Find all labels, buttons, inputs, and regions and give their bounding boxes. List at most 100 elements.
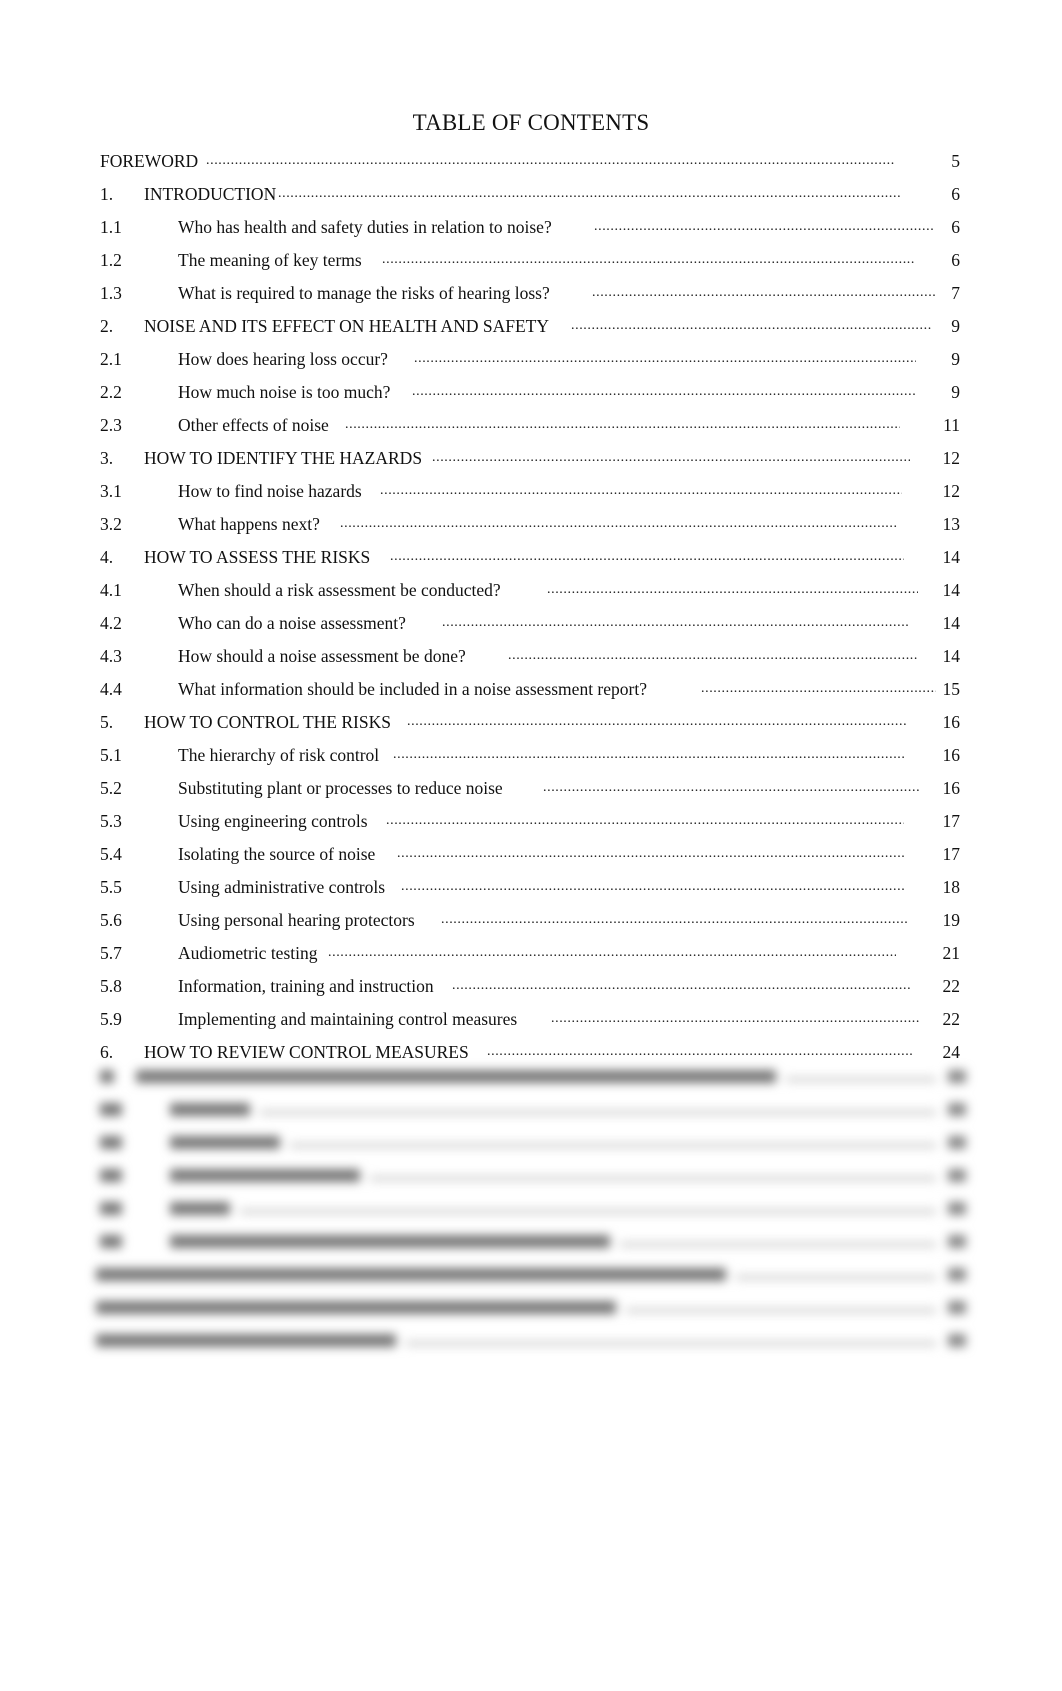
toc-entry[interactable]: FOREWORD................................… <box>100 151 960 184</box>
toc-entry-title[interactable]: HOW TO REVIEW CONTROL MEASURES <box>144 1042 469 1062</box>
blurred-entry-title <box>96 1268 726 1281</box>
toc-entry-title[interactable]: How much noise is too much? <box>178 382 390 402</box>
dot-leader: ........................................… <box>380 483 902 498</box>
toc-entry-title[interactable]: How does hearing loss occur? <box>178 349 388 369</box>
toc-entry[interactable]: 5.7 Audiometric testing..................… <box>100 943 960 976</box>
toc-entry-number: 2.2 <box>100 382 122 402</box>
toc-entry[interactable]: 5.4 Isolating the source of noise........… <box>100 844 960 877</box>
toc-entry-title[interactable]: Information, training and instruction <box>178 976 434 996</box>
toc-entry-title[interactable]: HOW TO IDENTIFY THE HAZARDS <box>144 448 422 468</box>
blurred-entry-number <box>100 1070 114 1083</box>
toc-entry[interactable]: 5.1 The hierarchy of risk control........… <box>100 745 960 778</box>
toc-entry[interactable]: 2.1 How does hearing loss occur?.........… <box>100 349 960 382</box>
toc-entry-number: 1.1 <box>100 217 122 237</box>
toc-entry-title[interactable]: Implementing and maintaining control mea… <box>178 1009 517 1029</box>
toc-entry-title[interactable]: What is required to manage the risks of … <box>178 283 550 303</box>
toc-entry-title[interactable]: The meaning of key terms <box>178 250 362 270</box>
toc-entry[interactable]: 5.6 Using personal hearing protectors....… <box>100 910 960 943</box>
toc-entry-number: 3.1 <box>100 481 122 501</box>
toc-entry[interactable]: 2. NOISE AND ITS EFFECT ON HEALTH AND SAF… <box>100 316 960 349</box>
toc-entry-title[interactable]: What happens next? <box>178 514 320 534</box>
toc-entry-page-number: 14 <box>942 547 961 567</box>
toc-entry[interactable]: 2.3 Other effects of noise...............… <box>100 415 960 448</box>
dot-leader: ........................................… <box>594 219 934 234</box>
dot-leader: ........................................… <box>407 714 908 729</box>
toc-entry-title[interactable]: HOW TO ASSESS THE RISKS <box>144 547 370 567</box>
toc-entry-title[interactable]: How to find noise hazards <box>178 481 362 501</box>
blurred-entry-page-number <box>948 1268 966 1281</box>
toc-entry[interactable]: 3.2 What happens next?...................… <box>100 514 960 547</box>
toc-entry[interactable]: 4.2 Who can do a noise assessment?.......… <box>100 613 960 646</box>
dot-leader: ........................................… <box>393 747 904 762</box>
dot-leader: ........................................… <box>571 318 932 333</box>
toc-entry[interactable]: 4.4 What information should be included i… <box>100 679 960 712</box>
blurred-entry-title <box>96 1301 616 1314</box>
toc-entry-page-number: 9 <box>951 316 960 336</box>
toc-entry-title[interactable]: What information should be included in a… <box>178 679 647 699</box>
dot-leader: ........................................… <box>382 252 914 267</box>
toc-entry-number: 3.2 <box>100 514 122 534</box>
toc-entry-number: 3. <box>100 448 114 468</box>
toc-entry[interactable]: 3. HOW TO IDENTIFY THE HAZARDS...........… <box>100 448 960 481</box>
toc-entry[interactable]: 5.9 Implementing and maintaining control … <box>100 1009 960 1042</box>
toc-entry[interactable]: 5.8 Information, training and instruction… <box>100 976 960 1009</box>
toc-entry[interactable]: 4. HOW TO ASSESS THE RISKS...............… <box>100 547 960 580</box>
blurred-entry-page-number <box>948 1334 966 1347</box>
toc-entry-title[interactable]: Who has health and safety duties in rela… <box>178 217 552 237</box>
toc-entry[interactable]: 5.2 Substituting plant or processes to re… <box>100 778 960 811</box>
toc-entry-title[interactable]: Audiometric testing <box>178 943 318 963</box>
toc-entry-page-number: 14 <box>942 646 961 666</box>
toc-entry[interactable]: 3.1 How to find noise hazards............… <box>100 481 960 514</box>
toc-entry[interactable]: 2.2 How much noise is too much?..........… <box>100 382 960 415</box>
toc-entry[interactable]: 4.1 When should a risk assessment be cond… <box>100 580 960 613</box>
dot-leader: ........................................… <box>401 879 904 894</box>
toc-entry-title[interactable]: Using engineering controls <box>178 811 368 831</box>
toc-entry-title[interactable]: Substituting plant or processes to reduc… <box>178 778 503 798</box>
toc-entry[interactable]: 4.3 How should a noise assessment be done… <box>100 646 960 679</box>
toc-entry-number: 4. <box>100 547 114 567</box>
blurred-entry-page-number <box>948 1103 966 1116</box>
toc-entry[interactable]: 5.5 Using administrative controls........… <box>100 877 960 910</box>
toc-entry-title[interactable]: The hierarchy of risk control <box>178 745 379 765</box>
toc-entry-number: 5.9 <box>100 1009 122 1029</box>
blurred-dot-leader <box>736 1275 936 1280</box>
toc-entry-page-number: 17 <box>942 811 961 831</box>
toc-entry[interactable]: 1.1 Who has health and safety duties in r… <box>100 217 960 250</box>
blurred-entry-title <box>170 1235 610 1248</box>
toc-entry-page-number: 7 <box>951 283 960 303</box>
blurred-entry-number <box>100 1202 122 1215</box>
dot-leader: ........................................… <box>441 912 908 927</box>
toc-entry-number: 4.3 <box>100 646 122 666</box>
toc-entry-number: 1. <box>100 184 114 204</box>
blurred-toc-entry <box>96 1262 966 1295</box>
blurred-entry-title <box>170 1136 280 1149</box>
blurred-toc-entry <box>96 1130 966 1163</box>
toc-entry-title[interactable]: FOREWORD <box>100 151 198 171</box>
toc-entry-number: 2.3 <box>100 415 122 435</box>
toc-entry[interactable]: 1. INTRODUCTION..........................… <box>100 184 960 217</box>
blurred-dot-leader <box>290 1143 936 1148</box>
toc-entry-title[interactable]: How should a noise assessment be done? <box>178 646 466 666</box>
toc-entry-title[interactable]: Using administrative controls <box>178 877 385 897</box>
toc-entry[interactable]: 1.3 What is required to manage the risks … <box>100 283 960 316</box>
toc-entry-title[interactable]: NOISE AND ITS EFFECT ON HEALTH AND SAFET… <box>144 316 549 336</box>
toc-entry[interactable]: 5. HOW TO CONTROL THE RISKS..............… <box>100 712 960 745</box>
toc-entry[interactable]: 1.2 The meaning of key terms.............… <box>100 250 960 283</box>
toc-entry-title[interactable]: Other effects of noise <box>178 415 329 435</box>
toc-entry-title[interactable]: When should a risk assessment be conduct… <box>178 580 501 600</box>
page-title: TABLE OF CONTENTS <box>412 110 650 135</box>
toc-entry-number: 1.2 <box>100 250 122 270</box>
toc-entry-title[interactable]: HOW TO CONTROL THE RISKS <box>144 712 391 732</box>
toc-entry-title[interactable]: INTRODUCTION <box>144 184 276 204</box>
toc-entry-title[interactable]: Using personal hearing protectors <box>178 910 415 930</box>
toc-entry-title[interactable]: Isolating the source of noise <box>178 844 375 864</box>
blurred-entry-page-number <box>948 1070 966 1083</box>
dot-leader: ........................................… <box>206 153 894 168</box>
toc-entry-number: 5.8 <box>100 976 122 996</box>
toc-entry-title[interactable]: Who can do a noise assessment? <box>178 613 406 633</box>
toc-entry[interactable]: 5.3 Using engineering controls...........… <box>100 811 960 844</box>
dot-leader: ........................................… <box>412 384 916 399</box>
toc-entry-page-number: 19 <box>942 910 961 930</box>
dot-leader: ........................................… <box>592 285 935 300</box>
blurred-toc-entry <box>96 1196 966 1229</box>
